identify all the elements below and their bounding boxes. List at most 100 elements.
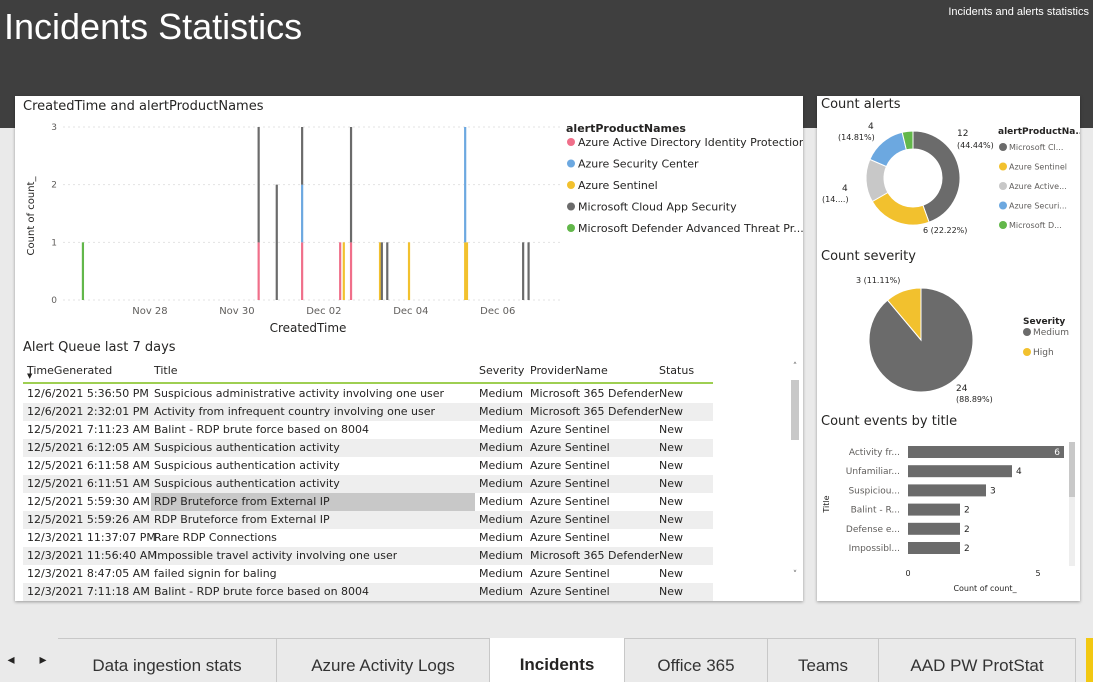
events-bar[interactable] bbox=[908, 465, 1012, 478]
prev-page-icon[interactable]: ◂ bbox=[1, 652, 21, 668]
events-bar[interactable] bbox=[908, 446, 1064, 458]
column-header-severity[interactable]: Severity bbox=[479, 364, 524, 377]
table-row[interactable]: 12/5/2021 6:11:51 AM Suspicious authentic… bbox=[23, 475, 713, 493]
cell-severity: Medium bbox=[479, 423, 523, 436]
alert-queue-title: Alert Queue last 7 days bbox=[23, 340, 176, 355]
timeline-legend-item[interactable]: Azure Security Center bbox=[578, 158, 699, 171]
table-row[interactable]: 12/3/2021 11:37:07 PM Rare RDP Connection… bbox=[23, 529, 713, 547]
donut-slice[interactable] bbox=[869, 131, 907, 168]
cell-providername: Azure Sentinel bbox=[530, 441, 610, 454]
tab-teams[interactable]: Teams bbox=[768, 638, 879, 682]
timeline-x-tick: Nov 30 bbox=[219, 306, 254, 317]
count-alerts-donut-chart[interactable]: 12 (44.44%) 4 (14.81%) 4 (14....) 6 (22.… bbox=[817, 96, 1080, 241]
cell-providername: Microsoft 365 Defender bbox=[530, 405, 660, 418]
donut-label-mcas-count: 12 bbox=[957, 129, 968, 139]
events-category-label: Suspiciou... bbox=[848, 486, 900, 496]
events-category-label: Defense e... bbox=[846, 525, 900, 535]
column-header-providername[interactable]: ProviderName bbox=[530, 364, 608, 377]
events-category-label: Unfamiliar... bbox=[846, 467, 900, 477]
cell-severity: Medium bbox=[479, 567, 523, 580]
events-bar[interactable] bbox=[908, 503, 960, 516]
cell-title: Suspicious authentication activity bbox=[154, 441, 340, 454]
count-events-bar-chart[interactable]: Activity fr... 6 Unfamiliar... 4 Suspiciou..… bbox=[817, 436, 1080, 596]
table-row[interactable]: 12/5/2021 6:12:05 AM Suspicious authentic… bbox=[23, 439, 713, 457]
timeline-chart[interactable]: 0 1 2 3 Nov 28 Nov 30 Dec 02 Dec 04 Dec 06 Creat… bbox=[15, 96, 803, 336]
cell-timegenerated: 12/3/2021 11:56:40 AM bbox=[27, 549, 157, 562]
column-header-status[interactable]: Status bbox=[659, 364, 694, 377]
events-bar[interactable] bbox=[908, 484, 986, 497]
cell-title: Balint - RDP brute force based on 8004 bbox=[154, 585, 370, 598]
events-bar[interactable] bbox=[908, 522, 960, 535]
cell-status: New bbox=[659, 567, 683, 580]
cell-timegenerated: 12/5/2021 5:59:26 AM bbox=[27, 513, 150, 526]
table-row[interactable]: 12/3/2021 11:56:40 AM Impossible travel a… bbox=[23, 547, 713, 565]
events-value-label: 2 bbox=[964, 525, 970, 535]
events-x-tick-5: 5 bbox=[1035, 569, 1040, 578]
tab-incidents[interactable]: Incidents bbox=[490, 638, 625, 682]
cell-timegenerated: 12/5/2021 6:11:51 AM bbox=[27, 477, 150, 490]
tab-accent-bar bbox=[1086, 638, 1093, 682]
sort-descending-icon[interactable]: ▼ bbox=[27, 372, 32, 380]
donut-legend-item[interactable]: Microsoft Cl... bbox=[1009, 143, 1063, 152]
table-row[interactable]: 12/5/2021 5:59:30 AM RDP Bruteforce from … bbox=[23, 493, 713, 511]
timeline-x-tick: Dec 06 bbox=[480, 306, 515, 317]
next-page-icon[interactable]: ▸ bbox=[33, 652, 53, 668]
donut-legend-item[interactable]: Azure Sentinel bbox=[1009, 163, 1067, 172]
scroll-down-icon[interactable]: ˅ bbox=[789, 570, 801, 580]
timeline-legend-item[interactable]: Azure Sentinel bbox=[578, 179, 658, 192]
events-y-axis-label: Title bbox=[822, 495, 831, 513]
events-bar[interactable] bbox=[908, 542, 960, 554]
pie-legend-marker bbox=[1023, 328, 1031, 336]
donut-legend-item[interactable]: Azure Securi... bbox=[1009, 202, 1067, 211]
donut-legend-item[interactable]: Azure Active... bbox=[1009, 182, 1067, 191]
donut-slice[interactable] bbox=[871, 191, 930, 226]
column-header-title[interactable]: Title bbox=[154, 364, 178, 377]
cell-status: New bbox=[659, 405, 683, 418]
cell-timegenerated: 12/6/2021 2:32:01 PM bbox=[27, 405, 149, 418]
page-tabs: ◂ ▸ Data ingestion stats Azure Activity … bbox=[0, 638, 1093, 682]
table-scrollbar[interactable]: ˄ ˅ bbox=[789, 358, 801, 588]
cell-severity: Medium bbox=[479, 585, 523, 598]
cell-providername: Azure Sentinel bbox=[530, 423, 610, 436]
table-scroll-thumb[interactable] bbox=[791, 380, 799, 440]
cell-severity: Medium bbox=[479, 495, 523, 508]
cell-title: RDP Bruteforce from External IP bbox=[154, 513, 330, 526]
tab-data-ingestion-stats[interactable]: Data ingestion stats bbox=[58, 638, 277, 682]
pie-legend-item[interactable]: Medium bbox=[1033, 328, 1069, 338]
donut-legend-marker bbox=[999, 201, 1007, 210]
column-header-timegenerated[interactable]: TimeGenerated bbox=[27, 364, 112, 377]
cell-timegenerated: 12/5/2021 5:59:30 AM bbox=[27, 495, 150, 508]
events-scroll-thumb[interactable] bbox=[1069, 442, 1075, 497]
cell-status: New bbox=[659, 423, 683, 436]
table-row[interactable]: 12/5/2021 5:59:26 AM RDP Bruteforce from … bbox=[23, 511, 713, 529]
table-row[interactable]: 12/6/2021 2:32:01 PM Activity from infreq… bbox=[23, 403, 713, 421]
tab-office-365[interactable]: Office 365 bbox=[625, 638, 768, 682]
cell-providername: Azure Sentinel bbox=[530, 513, 610, 526]
table-row[interactable]: 12/5/2021 6:11:58 AM Suspicious authentic… bbox=[23, 457, 713, 475]
donut-legend-item[interactable]: Microsoft D... bbox=[1009, 221, 1062, 230]
pie-legend-item[interactable]: High bbox=[1033, 348, 1054, 358]
count-severity-pie-chart[interactable]: 3 (11.11%) 24 (88.89%) Severity Medium Hi… bbox=[817, 246, 1080, 406]
cell-timegenerated: 12/5/2021 6:12:05 AM bbox=[27, 441, 150, 454]
table-row[interactable]: 12/3/2021 7:11:18 AM Balint - RDP brute f… bbox=[23, 583, 713, 601]
donut-legend-title: alertProductNa... bbox=[998, 127, 1080, 137]
events-x-axis-label: Count of count_ bbox=[953, 584, 1017, 593]
cell-severity: Medium bbox=[479, 513, 523, 526]
cell-timegenerated: 12/3/2021 8:47:05 AM bbox=[27, 567, 150, 580]
timeline-legend-item[interactable]: Microsoft Cloud App Security bbox=[578, 201, 737, 214]
table-row[interactable]: 12/3/2021 8:47:05 AM failed signin for ba… bbox=[23, 565, 713, 583]
table-row[interactable]: 12/6/2021 5:36:50 PM Suspicious administr… bbox=[23, 385, 713, 403]
scroll-up-icon[interactable]: ˄ bbox=[789, 362, 801, 372]
timeline-legend-item[interactable]: Microsoft Defender Advanced Threat Pr... bbox=[578, 222, 803, 235]
tab-aad-pw-protstat[interactable]: AAD PW ProtStat bbox=[879, 638, 1076, 682]
tab-azure-activity-logs[interactable]: Azure Activity Logs bbox=[277, 638, 490, 682]
cell-status: New bbox=[659, 495, 683, 508]
donut-label-asc-pct: (14.81%) bbox=[838, 133, 875, 142]
table-row[interactable]: 12/5/2021 7:11:23 AM Balint - RDP brute f… bbox=[23, 421, 713, 439]
cell-severity: Medium bbox=[479, 549, 523, 562]
cell-status: New bbox=[659, 477, 683, 490]
timeline-legend-item[interactable]: Azure Active Directory Identity Protecti… bbox=[578, 136, 803, 149]
page-subtitle: Incidents and alerts statistics bbox=[948, 6, 1089, 18]
events-scrollbar[interactable] bbox=[1069, 442, 1075, 566]
cell-status: New bbox=[659, 531, 683, 544]
